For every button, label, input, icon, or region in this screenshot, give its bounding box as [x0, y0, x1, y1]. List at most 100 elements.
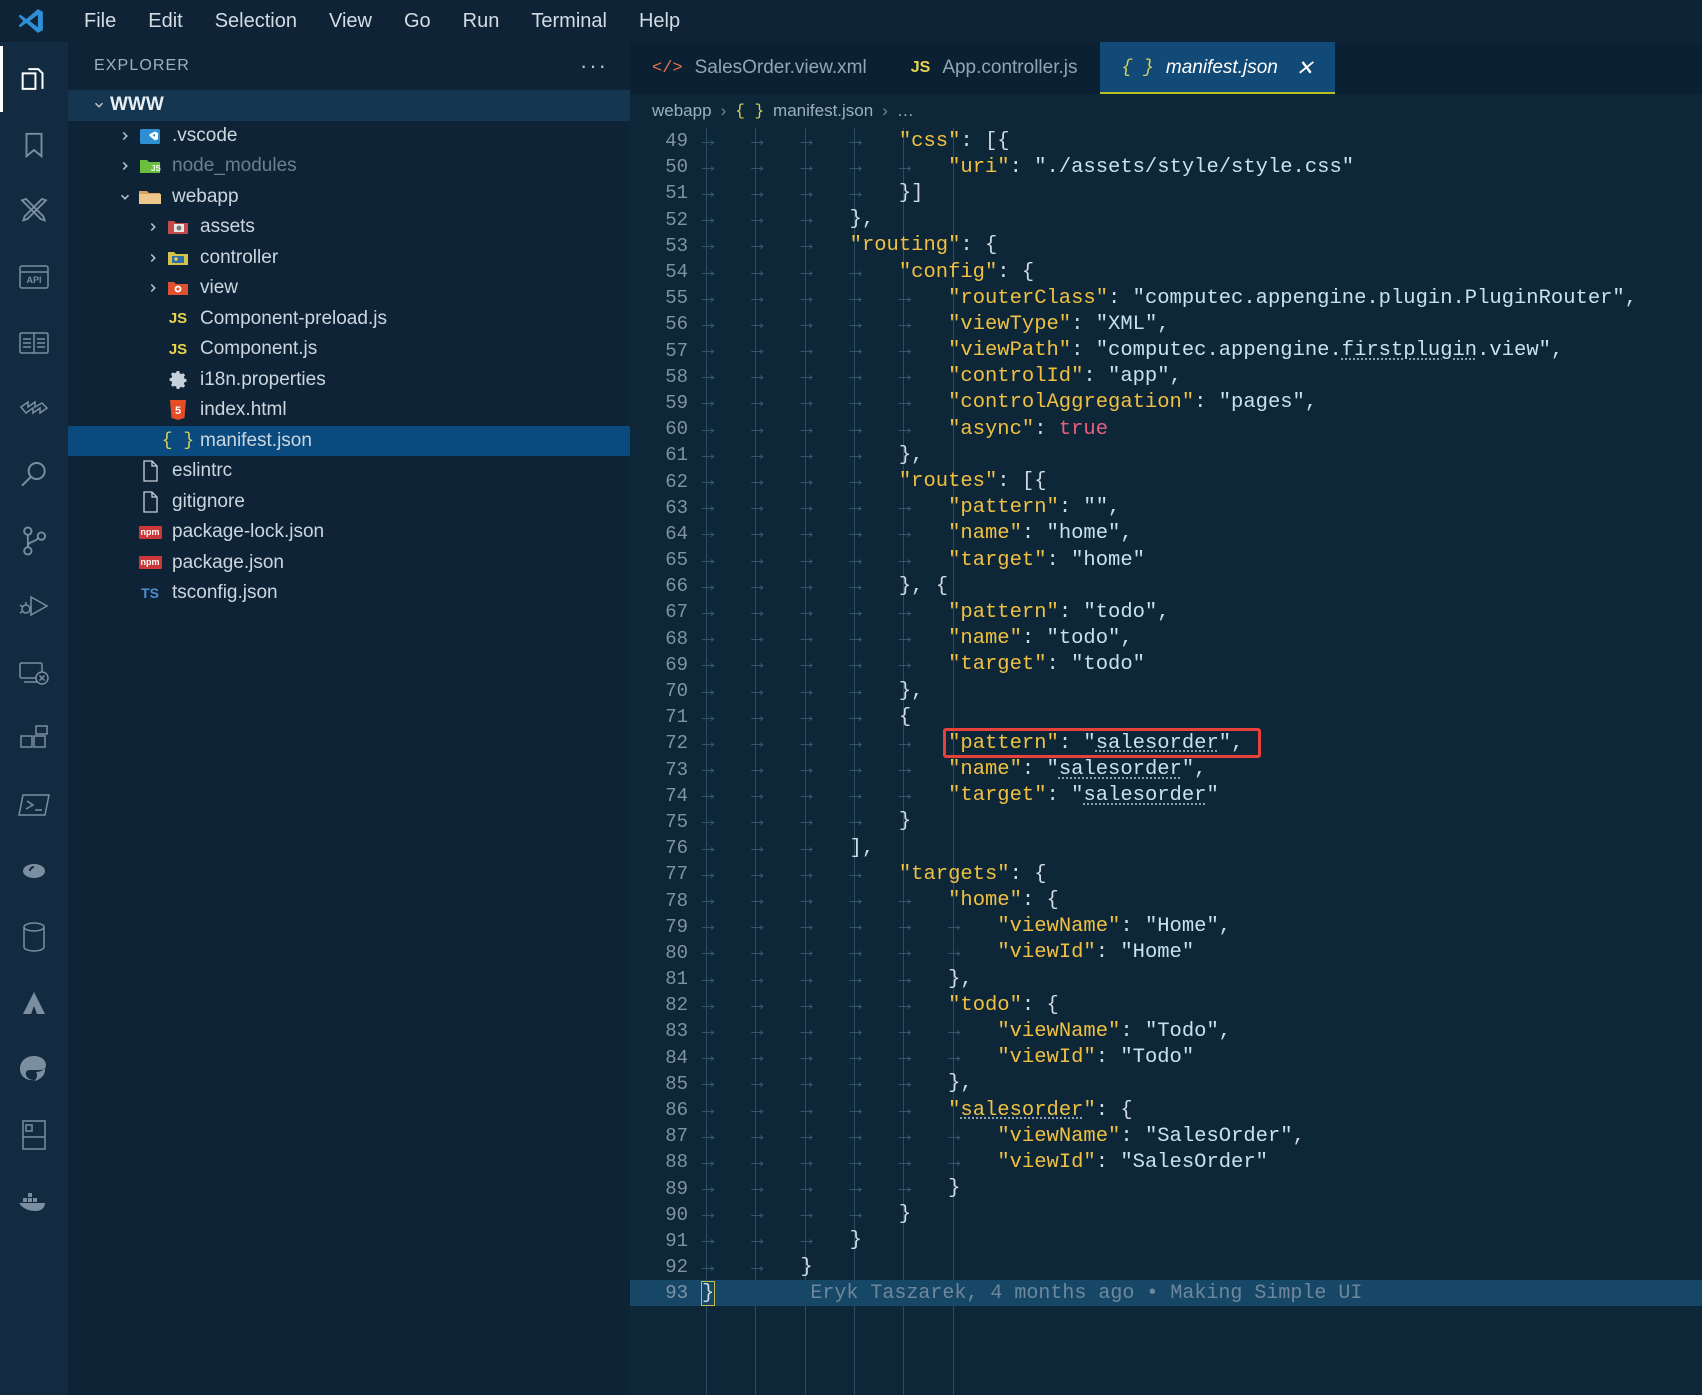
code-text[interactable]: → → → → → "uri": "./assets/style/style.c… [702, 156, 1354, 179]
close-icon[interactable]: ✕ [1296, 56, 1314, 81]
code-text[interactable]: → → → → → → "viewId": "Todo" [702, 1046, 1194, 1069]
menu-run[interactable]: Run [447, 6, 516, 37]
code-line[interactable]: 54→ → → → "config": { [630, 259, 1702, 285]
tree-item-component-js[interactable]: JS Component.js [68, 334, 630, 365]
menu-go[interactable]: Go [388, 6, 447, 37]
code-line[interactable]: 81→ → → → → }, [630, 966, 1702, 992]
tree-item-component-preload-js[interactable]: JS Component-preload.js [68, 304, 630, 335]
code-line[interactable]: 60→ → → → → "async": true [630, 416, 1702, 442]
tree-item-view[interactable]: view [68, 273, 630, 304]
flow-graph-icon[interactable] [0, 376, 68, 442]
tab-manifest-json[interactable]: { } manifest.json ✕ [1100, 42, 1336, 94]
code-line[interactable]: 50→ → → → → "uri": "./assets/style/style… [630, 154, 1702, 180]
menu-selection[interactable]: Selection [199, 6, 313, 37]
code-line[interactable]: 55→ → → → → "routerClass": "computec.app… [630, 285, 1702, 311]
bookmark-icon[interactable] [0, 112, 68, 178]
code-text[interactable]: → → → → → → "viewName": "Home", [702, 915, 1231, 938]
code-text[interactable]: → → → → → "target": "todo" [702, 653, 1145, 676]
tree-item-tsconfig-json[interactable]: TS tsconfig.json [68, 578, 630, 609]
code-text[interactable]: → → → → "routes": [{ [702, 470, 1047, 493]
code-text[interactable]: → → → → "targets": { [702, 863, 1047, 886]
code-text[interactable]: → → → → → }, [702, 968, 973, 991]
breadcrumb-segment-more[interactable]: … [897, 101, 914, 121]
code-text[interactable]: → → → → → "viewPath": "computec.appengin… [702, 339, 1563, 362]
code-line[interactable]: 84→ → → → → → "viewId": "Todo" [630, 1045, 1702, 1071]
code-line[interactable]: 76→ → → ], [630, 835, 1702, 861]
menu-file[interactable]: File [68, 6, 132, 37]
tab-salesorder-view-xml[interactable]: </> SalesOrder.view.xml [630, 42, 889, 94]
code-line[interactable]: 53→ → → "routing": { [630, 233, 1702, 259]
tree-item-package-lock-json[interactable]: npm package-lock.json [68, 517, 630, 548]
tree-item-manifest-json[interactable]: { } manifest.json [68, 426, 630, 457]
tools-wrench-pencil-icon[interactable] [0, 178, 68, 244]
code-line[interactable]: 59→ → → → → "controlAggregation": "pages… [630, 390, 1702, 416]
tree-item-gitignore[interactable]: gitignore [68, 487, 630, 518]
code-text[interactable]: → → → → → "name": "salesorder", [702, 758, 1206, 781]
code-text[interactable]: → → → → "css": [{ [702, 130, 1010, 153]
code-text[interactable]: → → → → → "pattern": "", [702, 496, 1120, 519]
code-editor[interactable]: 49→ → → → "css": [{50→ → → → → "uri": ".… [630, 128, 1702, 1395]
code-line[interactable]: 93}Eryk Taszarek, 4 months ago • Making … [630, 1280, 1702, 1306]
code-line[interactable]: 66→ → → → }, { [630, 573, 1702, 599]
open-book-icon[interactable] [0, 310, 68, 376]
code-line[interactable]: 82→ → → → → "todo": { [630, 992, 1702, 1018]
code-text[interactable]: → → → → → "async": true [702, 418, 1108, 441]
code-text[interactable]: → → → "routing": { [702, 234, 997, 257]
code-lines[interactable]: 49→ → → → "css": [{50→ → → → → "uri": ".… [630, 128, 1702, 1306]
code-line[interactable]: 65→ → → → → "target": "home" [630, 547, 1702, 573]
code-line[interactable]: 89→ → → → → } [630, 1176, 1702, 1202]
code-line[interactable]: 75→ → → → } [630, 809, 1702, 835]
code-text[interactable]: → → → → → "pattern": "salesorder", [702, 732, 1243, 755]
code-line[interactable]: 77→ → → → "targets": { [630, 861, 1702, 887]
code-line[interactable]: 61→ → → → }, [630, 442, 1702, 468]
menu-view[interactable]: View [313, 6, 388, 37]
code-line[interactable]: 70→ → → → }, [630, 678, 1702, 704]
code-text[interactable]: → → → → → "home": { [702, 889, 1059, 912]
code-text[interactable]: → → → → }, { [702, 575, 948, 598]
code-text[interactable]: → → → → → "name": "todo", [702, 627, 1133, 650]
editor-tabbar[interactable]: </> SalesOrder.view.xml JS App.controlle… [630, 42, 1702, 94]
files-explorer-icon[interactable] [0, 46, 68, 112]
code-line[interactable]: 68→ → → → → "name": "todo", [630, 626, 1702, 652]
code-text[interactable]: → → → → → → "viewName": "Todo", [702, 1020, 1231, 1043]
code-line[interactable]: 52→ → → }, [630, 207, 1702, 233]
code-line[interactable]: 73→ → → → → "name": "salesorder", [630, 757, 1702, 783]
code-text[interactable]: } [702, 1282, 714, 1305]
code-text[interactable]: → → → ], [702, 837, 874, 860]
search-magnifier-icon[interactable] [0, 442, 68, 508]
code-line[interactable]: 90→ → → → } [630, 1202, 1702, 1228]
tree-item-index-html[interactable]: 5 index.html [68, 395, 630, 426]
code-text[interactable]: → → → → → → "viewId": "SalesOrder" [702, 1151, 1268, 1174]
code-line[interactable]: 51→ → → → }] [630, 180, 1702, 206]
code-text[interactable]: → → → → → "name": "home", [702, 522, 1133, 545]
breadcrumb[interactable]: webapp › { } manifest.json › … [630, 94, 1702, 128]
code-line[interactable]: 74→ → → → → "target": "salesorder" [630, 783, 1702, 809]
code-text[interactable]: → → → → → "routerClass": "computec.appen… [702, 287, 1637, 310]
database-cylinder-icon[interactable] [0, 904, 68, 970]
code-text[interactable]: → → → → → "target": "salesorder" [702, 784, 1219, 807]
code-line[interactable]: 79→ → → → → → "viewName": "Home", [630, 914, 1702, 940]
breadcrumb-segment-manifest[interactable]: manifest.json [773, 101, 873, 121]
code-line[interactable]: 71→ → → → { [630, 704, 1702, 730]
source-control-branch-icon[interactable] [0, 508, 68, 574]
tree-item-i18n-properties[interactable]: i18n.properties [68, 365, 630, 396]
code-text[interactable]: → → } [702, 1256, 813, 1279]
code-line[interactable]: 56→ → → → → "viewType": "XML", [630, 311, 1702, 337]
menu-terminal[interactable]: Terminal [515, 6, 623, 37]
code-line[interactable]: 72→ → → → → "pattern": "salesorder", [630, 730, 1702, 756]
code-text[interactable]: → → → → } [702, 1203, 911, 1226]
tree-item-eslintrc[interactable]: eslintrc [68, 456, 630, 487]
tab-app-controller-js[interactable]: JS App.controller.js [889, 42, 1100, 94]
code-line[interactable]: 85→ → → → → }, [630, 1071, 1702, 1097]
tree-item-controller[interactable]: controller [68, 243, 630, 274]
code-text[interactable]: → → → → → "todo": { [702, 994, 1059, 1017]
atlassian-icon[interactable] [0, 970, 68, 1036]
code-line[interactable]: 91→ → → } [630, 1228, 1702, 1254]
tree-item-package-json[interactable]: npm package.json [68, 548, 630, 579]
code-text[interactable]: → → → → → } [702, 1177, 960, 1200]
code-text[interactable]: → → → → }, [702, 680, 923, 703]
code-text[interactable]: → → → }, [702, 208, 874, 231]
menu-edit[interactable]: Edit [132, 6, 198, 37]
code-line[interactable]: 49→ → → → "css": [{ [630, 128, 1702, 154]
code-line[interactable]: 80→ → → → → → "viewId": "Home" [630, 940, 1702, 966]
